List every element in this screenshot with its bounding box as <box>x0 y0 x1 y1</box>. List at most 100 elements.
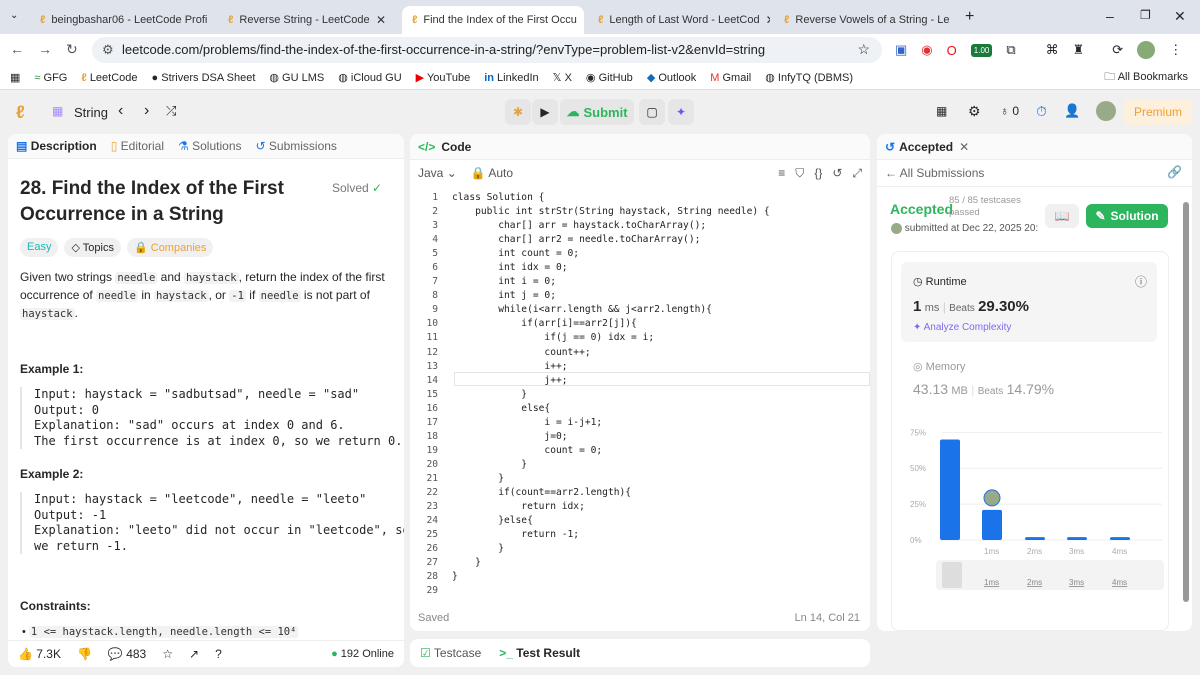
close-icon[interactable]: ✕ <box>213 13 215 27</box>
shuffle-icon[interactable]: ⤮ <box>166 103 176 119</box>
close-icon[interactable]: ✕ <box>583 13 584 27</box>
solution-button[interactable]: ✎ Solution <box>1086 204 1168 228</box>
translate-icon[interactable]: ⌘ <box>1046 42 1059 58</box>
bar-2ms <box>1025 537 1045 540</box>
debug-icon[interactable]: ✱ <box>505 99 531 125</box>
streak-icon[interactable]: ♁ 0 <box>1000 104 1019 118</box>
bookmark[interactable]: M Gmail <box>710 72 751 84</box>
next-problem-icon[interactable]: › <box>144 102 149 120</box>
help-icon[interactable]: ? <box>215 647 222 661</box>
tab-editorial[interactable]: ▯ Editorial <box>111 139 164 153</box>
notes-icon[interactable]: ▢ <box>639 99 665 125</box>
opera-icon[interactable]: O <box>947 43 957 58</box>
reload-icon[interactable]: ↻ <box>66 41 78 58</box>
record-icon[interactable]: ◉ <box>921 42 932 58</box>
speed-extension[interactable]: 1.00 <box>970 43 993 57</box>
close-window-button[interactable]: ✕ <box>1174 8 1186 25</box>
apps-icon[interactable]: ▦ <box>10 71 20 84</box>
bookmark[interactable]: ≈ GFG <box>34 72 67 84</box>
fullscreen-icon[interactable]: ⤢ <box>852 166 862 181</box>
profile-avatar[interactable] <box>1137 41 1156 59</box>
back-icon[interactable]: ← <box>10 41 24 57</box>
close-icon[interactable]: ✕ <box>376 13 386 27</box>
new-tab-button[interactable]: + <box>965 8 974 26</box>
browser-tab-active[interactable]: ℓ Find the Index of the First Occu ✕ <box>402 6 584 34</box>
companies-tag[interactable]: 🔒 Companies <box>126 238 214 257</box>
auto-mode[interactable]: 🔒 Auto <box>471 166 513 180</box>
browser-tab[interactable]: ℓ beingbashar06 - LeetCode Profi ✕ <box>30 6 215 34</box>
problem-list-link[interactable]: String <box>74 105 108 120</box>
ai-sparkle-icon[interactable]: ✦ <box>668 99 694 125</box>
timer-icon[interactable]: ⏱ <box>1036 103 1047 120</box>
bookmark[interactable]: in LinkedIn <box>484 72 538 84</box>
like-button[interactable]: 👍 7.3K <box>18 647 61 661</box>
bookmark-icon[interactable]: ⛉ <box>795 166 804 181</box>
puzzle-icon[interactable]: ⧉ <box>1006 42 1015 58</box>
reset-icon[interactable]: ↺ <box>832 166 842 181</box>
tab-search-icon[interactable]: ⌄ <box>10 10 18 21</box>
close-icon[interactable]: ✕ <box>766 13 770 27</box>
runtime-distribution-chart[interactable]: 75% 50% 25% 0% 1ms 2ms 3ms 4ms 1ms 2ms 3ms 4ms <box>892 412 1170 631</box>
bookmark[interactable]: ◍ GU LMS <box>269 71 324 84</box>
url-input[interactable]: ⚙ leetcode.com/problems/find-the-index-of… <box>92 37 882 63</box>
prev-problem-icon[interactable]: ‹ <box>118 102 123 120</box>
leetcode-logo[interactable]: ℓ <box>16 102 25 123</box>
submit-button[interactable]: ☁ Submit <box>560 99 634 125</box>
dislike-button[interactable]: 👎 <box>77 647 92 661</box>
bookmark[interactable]: ◆ Outlook <box>647 71 696 84</box>
incognito-icon[interactable]: ♜ <box>1073 42 1085 58</box>
bookmark-star-icon[interactable]: ☆ <box>857 41 870 58</box>
memory-label[interactable]: ◎ Memory <box>913 360 965 373</box>
language-select[interactable]: Java ⌄ <box>418 166 457 180</box>
bookmark[interactable]: ▶ YouTube <box>416 71 471 84</box>
all-submissions-link[interactable]: ← All Submissions <box>885 166 984 180</box>
run-button[interactable]: ▶ <box>532 99 558 125</box>
forward-icon[interactable]: → <box>38 41 52 57</box>
minimize-button[interactable]: – <box>1106 8 1114 24</box>
browser-tab[interactable]: ℓ Reverse String - LeetCode ✕ <box>218 6 396 34</box>
tab-solutions[interactable]: ⚗ Solutions <box>178 139 241 153</box>
add-friend-icon[interactable]: 👤 <box>1064 103 1080 119</box>
bookmark[interactable]: ◉ GitHub <box>586 71 633 84</box>
browser-tab[interactable]: ℓ Reverse Vowels of a String - Le ✕ <box>774 6 956 34</box>
code-editor[interactable]: 1 class Solution {2 public int strStr(Str… <box>410 191 770 598</box>
premium-button[interactable]: Premium <box>1124 99 1192 125</box>
menu-icon[interactable]: ⋮ <box>1169 42 1182 58</box>
info-icon[interactable]: ⓘ <box>1135 273 1147 290</box>
favorite-icon[interactable]: ☆ <box>162 647 173 661</box>
layout-icon[interactable]: ▦ <box>936 104 947 118</box>
tab-testcase[interactable]: ☑ Testcase <box>420 646 481 660</box>
url-text: leetcode.com/problems/find-the-index-of-… <box>122 42 766 57</box>
comments-button[interactable]: 💬 483 <box>108 647 146 661</box>
topics-tag[interactable]: ◇ Topics <box>64 238 121 257</box>
tab-test-result[interactable]: >_ Test Result <box>499 646 580 660</box>
browser-tab[interactable]: ℓ Length of Last Word - LeetCod ✕ <box>588 6 770 34</box>
share-icon[interactable]: ↗ <box>189 647 199 661</box>
bookmark[interactable]: 𝕏 X <box>553 71 572 84</box>
analyze-complexity-link[interactable]: ✦ Analyze Complexity <box>913 322 1011 333</box>
editorial-book-button[interactable]: 📖 <box>1045 204 1079 228</box>
all-bookmarks[interactable]: 🗀 All Bookmarks <box>1104 68 1188 87</box>
bookmark[interactable]: ℓ LeetCode <box>81 72 137 84</box>
tab-submissions[interactable]: ↺ Submissions <box>256 139 337 153</box>
tab-description[interactable]: ▤ Description <box>16 139 97 153</box>
bookmark[interactable]: ◍ iCloud GU <box>338 71 401 84</box>
bookmark[interactable]: ● Strivers DSA Sheet <box>152 72 256 84</box>
site-info-icon[interactable]: ⚙ <box>102 42 114 58</box>
cursor-position: Ln 14, Col 21 <box>794 612 860 624</box>
braces-icon[interactable]: {} <box>814 166 822 181</box>
scrollbar[interactable] <box>1183 192 1189 622</box>
link-icon[interactable]: 🔗 <box>1167 165 1182 179</box>
format-icon[interactable]: ≡ <box>778 166 785 181</box>
settings-icon[interactable]: ⚙ <box>968 103 981 120</box>
close-icon[interactable]: ✕ <box>955 13 956 27</box>
result-tab[interactable]: ↺ Accepted ✕ <box>877 134 1192 160</box>
close-icon[interactable]: ✕ <box>959 140 969 154</box>
avatar[interactable] <box>1096 101 1116 121</box>
code-line: 11 if(j == 0) idx = i; <box>410 331 770 345</box>
bookmark[interactable]: ◍ InfyTQ (DBMS) <box>765 71 853 84</box>
runtime-card[interactable]: ◷ Runtime ⓘ 1 ms | Beats 29.30% ✦ Analyz… <box>901 262 1157 342</box>
cast-icon[interactable]: ▣ <box>895 42 907 58</box>
sync-icon[interactable]: ⟳ <box>1112 42 1123 58</box>
restore-button[interactable]: ❐ <box>1140 8 1151 22</box>
